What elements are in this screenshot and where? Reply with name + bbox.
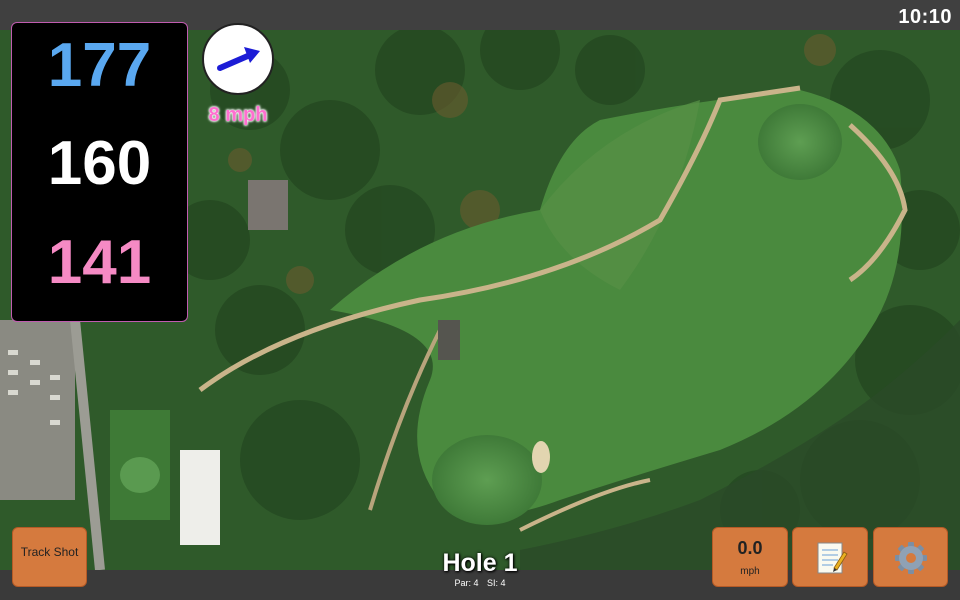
notepad-icon [817, 542, 848, 574]
settings-button[interactable] [873, 527, 948, 587]
speed-value: 0.0 [737, 538, 763, 558]
speed-button[interactable]: 0.0 mph [712, 527, 788, 587]
track-shot-button[interactable]: Track Shot [12, 527, 87, 587]
hole-info: Par: 4 SI: 4 [380, 578, 580, 588]
wind-speed: 8 mph [208, 104, 268, 126]
notes-button[interactable] [792, 527, 868, 587]
speed-unit: mph [740, 566, 760, 577]
si-label: SI: 4 [487, 578, 506, 588]
gear-icon [895, 542, 927, 574]
yardage-panel: 177 160 141 [11, 22, 188, 322]
clock: 10:10 [898, 6, 952, 28]
wind-arrow-icon [217, 47, 260, 71]
middle-yardage: 160 [47, 129, 152, 198]
back-yardage: 177 [47, 31, 152, 100]
track-shot-label: Track Shot [20, 545, 79, 559]
par-label: Par: 4 [454, 578, 479, 588]
hole-title: Hole 1 [442, 549, 518, 577]
front-yardage: 141 [47, 228, 152, 297]
wind-indicator [202, 23, 274, 95]
